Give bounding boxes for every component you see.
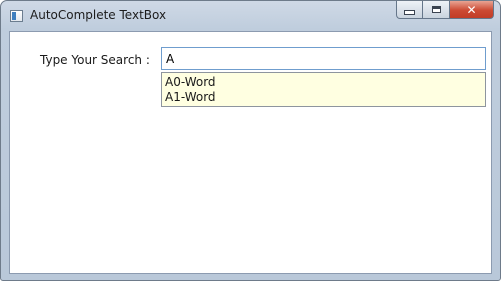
app-window-icon[interactable]	[10, 10, 23, 22]
autocomplete-suggestion-list[interactable]: A0-Word A1-Word	[161, 72, 486, 107]
search-label: Type Your Search :	[40, 53, 150, 67]
minimize-icon	[404, 10, 415, 15]
title-bar[interactable]: AutoComplete TextBox ✕	[1, 1, 500, 31]
app-window: AutoComplete TextBox ✕ Type Your Search …	[0, 0, 501, 281]
window-client-area: Type Your Search : A0-Word A1-Word	[9, 31, 492, 274]
maximize-icon	[431, 6, 441, 13]
suggestion-item[interactable]: A0-Word	[162, 75, 485, 90]
maximize-button[interactable]	[423, 1, 450, 19]
suggestion-item[interactable]: A1-Word	[162, 90, 485, 105]
window-title: AutoComplete TextBox	[30, 8, 167, 22]
minimize-button[interactable]	[396, 1, 423, 19]
caption-buttons: ✕	[396, 1, 494, 20]
close-icon: ✕	[466, 2, 477, 17]
close-button[interactable]: ✕	[450, 1, 494, 19]
search-input[interactable]	[161, 47, 486, 70]
